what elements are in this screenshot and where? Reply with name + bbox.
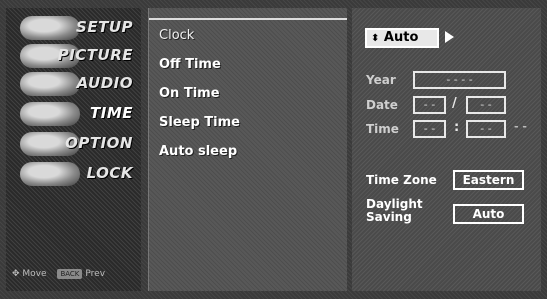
timezone-value[interactable]: Eastern <box>453 170 524 190</box>
selection-line <box>149 18 347 20</box>
menu-item-clock[interactable]: Clock <box>159 28 194 43</box>
setup-icon <box>20 16 80 40</box>
menu-item-on-time[interactable]: On Time <box>159 86 220 101</box>
tab-option[interactable]: OPTION <box>6 130 141 158</box>
tab-label: TIME <box>90 104 133 122</box>
tab-label: LOCK <box>86 164 133 182</box>
time-minute-field[interactable]: - - <box>466 120 506 138</box>
tab-audio[interactable]: AUDIO <box>6 70 141 98</box>
tab-label: PICTURE <box>57 46 133 64</box>
tab-label: AUDIO <box>76 74 133 92</box>
lock-icon <box>20 162 80 186</box>
date-day-field[interactable]: - - <box>466 96 506 114</box>
time-label: Time <box>366 122 399 136</box>
tv-menu-screen: SETUP PICTURE AUDIO TIME OPTION LOCK ✥ M… <box>0 0 547 299</box>
tab-label: SETUP <box>76 18 133 36</box>
menu-item-auto-sleep[interactable]: Auto sleep <box>159 144 237 159</box>
tab-setup[interactable]: SETUP <box>6 14 141 42</box>
menu-item-sleep-time[interactable]: Sleep Time <box>159 115 240 130</box>
nav-hint: ✥ Move BACK Prev <box>12 269 105 279</box>
time-hour-field[interactable]: - - <box>413 120 446 138</box>
audio-icon <box>20 72 80 96</box>
clock-settings-panel: ⬍ Auto Year - - - - Date - - / - - Time … <box>352 8 541 291</box>
clock-mode-value: Auto <box>383 30 419 45</box>
clock-mode-selector[interactable]: ⬍ Auto <box>365 28 439 48</box>
category-rail: SETUP PICTURE AUDIO TIME OPTION LOCK ✥ M… <box>6 8 141 291</box>
date-month-field[interactable]: - - <box>413 96 446 114</box>
daylight-saving-value[interactable]: Auto <box>453 204 524 224</box>
tab-picture[interactable]: PICTURE <box>6 42 141 70</box>
hint-prev: Prev <box>85 269 106 279</box>
date-label: Date <box>366 98 398 112</box>
back-button-badge: BACK <box>57 269 83 279</box>
year-label: Year <box>366 73 396 87</box>
menu-item-off-time[interactable]: Off Time <box>159 57 221 72</box>
time-menu-list: Clock Off Time On Time Sleep Time Auto s… <box>148 8 347 291</box>
hint-move: Move <box>22 269 47 279</box>
tab-lock[interactable]: LOCK <box>6 160 141 188</box>
daylight-label-line2: Saving <box>366 210 412 224</box>
arrow-right-icon[interactable] <box>445 31 454 43</box>
move-arrows-icon: ✥ <box>12 269 20 279</box>
up-down-arrows-icon: ⬍ <box>371 33 380 44</box>
tab-time[interactable]: TIME <box>6 100 141 128</box>
year-field[interactable]: - - - - <box>413 71 506 89</box>
time-ampm: - - <box>514 120 527 133</box>
time-icon <box>20 102 80 126</box>
tab-label: OPTION <box>65 134 133 152</box>
time-separator: : <box>454 120 460 135</box>
date-separator: / <box>452 96 457 111</box>
timezone-label: Time Zone <box>366 173 437 187</box>
